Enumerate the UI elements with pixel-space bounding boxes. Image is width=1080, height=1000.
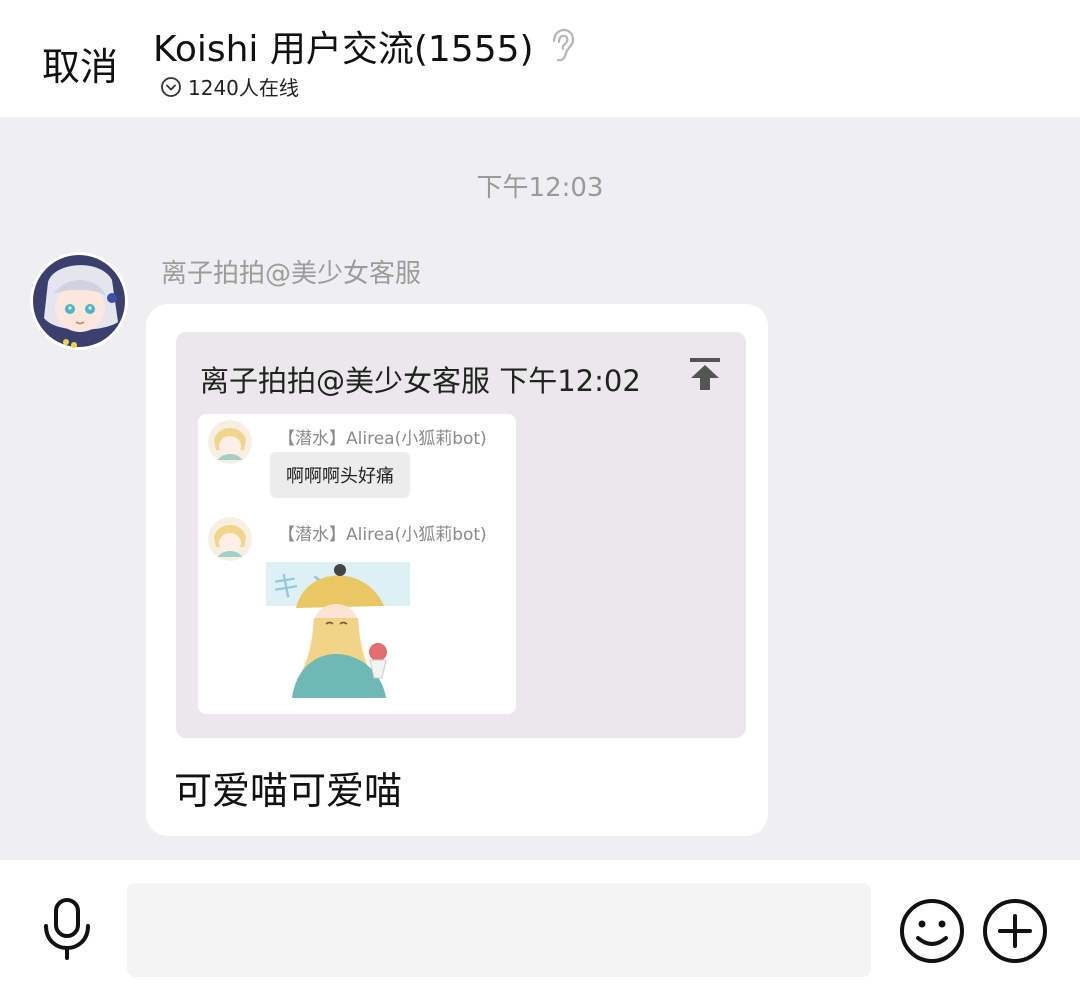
input-bar (0, 860, 1080, 1000)
forwarded-preview: 【潜水】Alirea(小狐莉bot) 啊啊啊头好痛 【潜水】Alirea(小狐莉… (198, 414, 516, 714)
group-title: Koishi 用户交流(1555) (153, 29, 534, 70)
forwarded-header: 离子拍拍@美少女客服 下午12:02 (200, 364, 641, 398)
title-row[interactable]: Koishi 用户交流(1555) (153, 20, 576, 72)
cancel-button[interactable]: 取消 (42, 36, 118, 91)
bot-name: 【潜水】Alirea(小狐莉bot) (278, 429, 487, 449)
ear-icon[interactable] (548, 27, 576, 65)
scroll-to-top-icon[interactable] (688, 356, 722, 392)
sender-avatar[interactable] (30, 252, 128, 350)
time-separator: 下午12:03 (476, 173, 604, 203)
online-count: 1240人在线 (188, 76, 299, 100)
plus-icon[interactable] (982, 898, 1048, 964)
bot-name: 【潜水】Alirea(小狐莉bot) (278, 525, 487, 545)
chat-header: 取消 Koishi 用户交流(1555) 1240人在线 (0, 0, 1080, 117)
message-input[interactable] (127, 883, 871, 977)
chevron-down-circle-icon (161, 76, 181, 97)
sticker-image: キ ン (266, 562, 410, 698)
sender-name: 离子拍拍@美少女客服 (161, 259, 422, 289)
microphone-icon[interactable] (40, 896, 94, 962)
emoji-icon[interactable] (899, 898, 965, 964)
online-status[interactable]: 1240人在线 (160, 72, 299, 101)
bot-avatar (208, 517, 252, 561)
message-text: 可爱喵可爱喵 (174, 769, 403, 813)
bot-avatar (208, 420, 252, 464)
message-bubble[interactable]: 离子拍拍@美少女客服 下午12:02 【潜水】Alirea(小狐莉bot) 啊啊… (146, 304, 768, 836)
chat-area[interactable]: 下午12:03 离子拍拍@美少女客服 离子拍拍@美少女客服 下午12:02 【潜… (0, 117, 1080, 860)
forwarded-message-card[interactable]: 离子拍拍@美少女客服 下午12:02 【潜水】Alirea(小狐莉bot) 啊啊… (176, 332, 746, 738)
bot-message: 啊啊啊头好痛 (270, 452, 410, 498)
